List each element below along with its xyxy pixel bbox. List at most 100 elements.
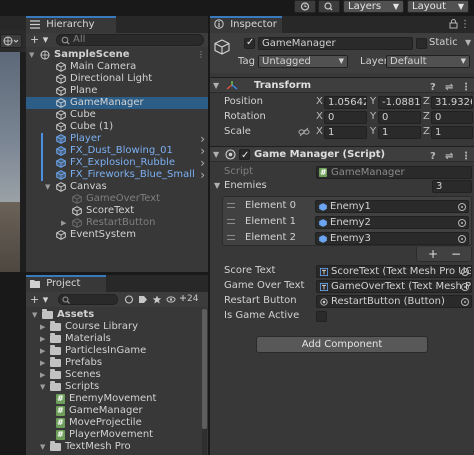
fold-closed-icon[interactable]: ▶	[40, 369, 45, 381]
scale-z-field[interactable]: 1	[431, 126, 473, 139]
axis-z-label[interactable]: Z	[423, 110, 430, 124]
hidden-packages-icon[interactable]	[166, 295, 176, 304]
rotation-y-field[interactable]: 0	[378, 111, 421, 124]
enemies-size-field[interactable]: 3	[432, 180, 472, 193]
project-script-item[interactable]: GameManager	[26, 405, 202, 417]
scrollbar-thumb[interactable]	[202, 309, 207, 429]
hierarchy-search-input[interactable]: All	[56, 34, 204, 46]
drag-handle-icon[interactable]	[227, 203, 235, 208]
scale-y-field[interactable]: 1	[378, 126, 421, 139]
layout-dropdown[interactable]: Layout ▼	[407, 0, 469, 13]
object-picker-icon[interactable]	[461, 298, 469, 306]
fold-closed-icon[interactable]: ▶	[40, 321, 45, 333]
enemies-row[interactable]: ▼ Enemies 3	[210, 179, 474, 193]
axis-z-label[interactable]: Z	[423, 95, 430, 109]
create-asset-button[interactable]: + ▾	[30, 292, 48, 307]
kebab-menu-icon[interactable]: ⋮	[461, 80, 471, 95]
kebab-menu-icon[interactable]: ⋮	[460, 19, 470, 30]
gamemanager-script-header[interactable]: ▼ Game Manager (Script) ? ⇌ ⋮	[210, 146, 474, 164]
position-y-field[interactable]: -1.08816	[378, 96, 421, 109]
hierarchy-item[interactable]: FX_Dust_Blowing_01 ›	[26, 145, 208, 157]
project-folder-item[interactable]: ▶ Materials	[26, 333, 202, 345]
hierarchy-item[interactable]: ▶ RestartButton	[26, 217, 208, 229]
favorite-star-icon[interactable]	[152, 295, 162, 304]
hierarchy-item[interactable]: Cube	[26, 109, 208, 121]
component-enabled-checkbox[interactable]	[239, 148, 250, 163]
hierarchy-item[interactable]: ▼ SampleScene ⋮	[26, 49, 208, 61]
rotation-z-field[interactable]: 0	[431, 111, 473, 124]
open-prefab-arrow-icon[interactable]: ›	[200, 169, 205, 181]
static-checkbox[interactable]	[416, 38, 427, 49]
chevron-down-icon[interactable]: ▼	[213, 78, 219, 93]
object-picker-icon[interactable]	[461, 283, 469, 291]
fold-closed-icon[interactable]: ▶	[40, 333, 45, 345]
hierarchy-item[interactable]: Directional Light	[26, 73, 208, 85]
project-scrollbar[interactable]	[202, 309, 207, 455]
hierarchy-item[interactable]: Plane	[26, 85, 208, 97]
project-script-item[interactable]: PlayerMovement	[26, 429, 202, 441]
hierarchy-item[interactable]: ▼ Canvas	[26, 181, 208, 193]
chevron-down-icon[interactable]: ▼	[213, 147, 219, 162]
fold-closed-icon[interactable]: ▶	[40, 357, 45, 369]
fold-open-icon[interactable]: ▼	[45, 181, 50, 193]
axis-x-label[interactable]: X	[316, 125, 323, 139]
filter-by-type-icon[interactable]	[124, 295, 134, 304]
fold-open-icon[interactable]: ▼	[32, 309, 37, 321]
presets-icon[interactable]: ⇌	[445, 80, 453, 95]
fold-open-icon[interactable]: ▼	[40, 441, 45, 453]
enemy-object-field[interactable]: Enemy2	[315, 216, 469, 229]
scene-view-panel[interactable]	[0, 16, 26, 272]
object-name-input[interactable]: GameManager	[258, 37, 413, 50]
remove-element-button[interactable]: −	[451, 247, 461, 261]
score-text-field[interactable]: ScoreText (Text Mesh Pro UG	[316, 265, 472, 278]
hierarchy-item[interactable]: Cube (1)	[26, 121, 208, 133]
layers-dropdown[interactable]: Layers ▼	[343, 0, 404, 13]
lock-icon[interactable]	[449, 19, 458, 29]
position-z-field[interactable]: 31.9326	[431, 96, 473, 109]
axis-y-label[interactable]: Y	[370, 125, 376, 139]
axis-z-label[interactable]: Z	[423, 125, 430, 139]
add-component-button[interactable]: Add Component	[256, 336, 428, 353]
help-icon[interactable]: ?	[430, 149, 436, 164]
drag-handle-icon[interactable]	[227, 235, 235, 240]
project-folder-item[interactable]: ▶ ParticlesInGame	[26, 345, 202, 357]
add-object-button[interactable]: + ▾	[30, 33, 48, 47]
scale-x-field[interactable]: 1	[324, 126, 367, 139]
object-picker-icon[interactable]	[458, 203, 466, 211]
tag-dropdown[interactable]: Untagged ▼	[258, 55, 348, 68]
constrain-proportions-icon[interactable]	[298, 127, 310, 137]
game-over-text-field[interactable]: GameOverText (Text Mesh Pro	[316, 280, 472, 293]
fold-closed-icon[interactable]: ▶	[61, 217, 66, 229]
help-icon[interactable]: ?	[430, 80, 436, 95]
hierarchy-item[interactable]: FX_Fireworks_Blue_Small ›	[26, 169, 208, 181]
enemy-object-field[interactable]: Enemy1	[315, 200, 469, 213]
fold-open-icon[interactable]: ▼	[29, 49, 34, 61]
fold-closed-icon[interactable]: ▶	[40, 345, 45, 357]
presets-icon[interactable]: ⇌	[445, 149, 453, 164]
chevron-down-icon[interactable]: ▼	[214, 179, 220, 193]
search-button[interactable]	[318, 0, 340, 13]
axis-x-label[interactable]: X	[316, 110, 323, 124]
tab-project[interactable]: Project	[26, 275, 106, 292]
is-game-active-checkbox[interactable]	[316, 311, 327, 322]
project-folder-item[interactable]: ▶ Course Library	[26, 321, 202, 333]
kebab-menu-icon[interactable]: ⋮	[197, 49, 205, 61]
rotation-x-field[interactable]: 0	[324, 111, 367, 124]
add-element-button[interactable]: +	[428, 247, 438, 261]
axis-y-label[interactable]: Y	[370, 110, 376, 124]
object-picker-icon[interactable]	[458, 235, 466, 243]
history-button[interactable]	[294, 0, 316, 13]
restart-button-field[interactable]: RestartButton (Button)	[316, 295, 472, 308]
hierarchy-item[interactable]: GameManager	[26, 97, 208, 109]
hierarchy-item[interactable]: FX_Explosion_Rubble ›	[26, 157, 208, 169]
drag-handle-icon[interactable]	[227, 219, 235, 224]
tab-hierarchy[interactable]: Hierarchy	[26, 16, 116, 33]
project-script-item[interactable]: EnemyMovement	[26, 393, 202, 405]
axis-y-label[interactable]: Y	[370, 95, 376, 109]
hierarchy-item[interactable]: Main Camera	[26, 61, 208, 73]
hierarchy-item[interactable]: ScoreText	[26, 205, 208, 217]
project-folder-item[interactable]: ▼ TextMesh Pro	[26, 441, 202, 453]
project-search-input[interactable]	[58, 294, 118, 305]
axis-x-label[interactable]: X	[316, 95, 323, 109]
object-picker-icon[interactable]	[458, 219, 466, 227]
